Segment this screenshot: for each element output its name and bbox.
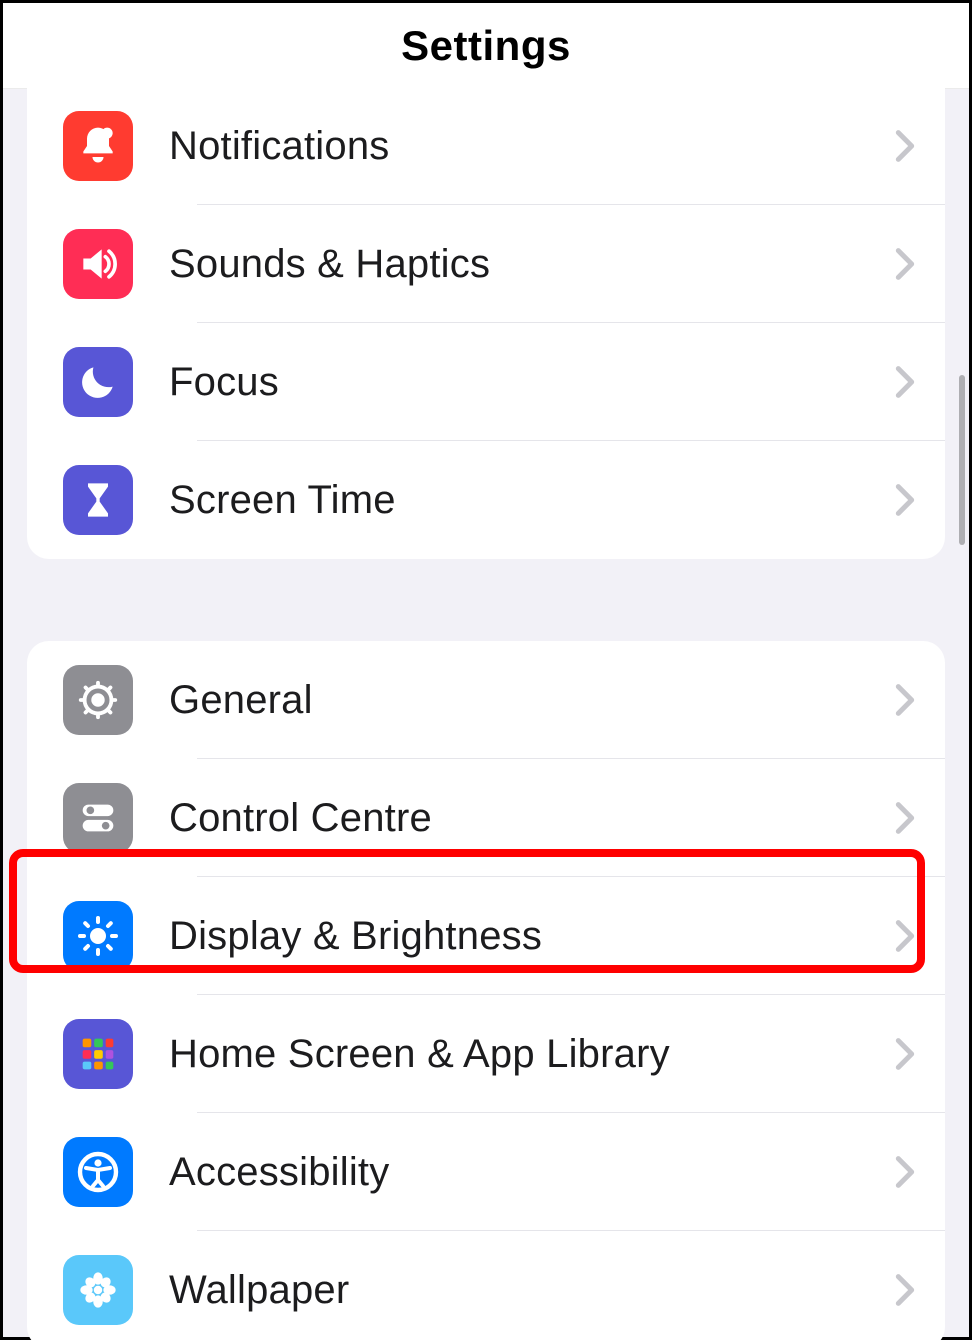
chevron-right-icon [895,129,915,163]
row-notifications[interactable]: Notifications [27,87,945,205]
row-label: Wallpaper [169,1268,349,1313]
settings-list[interactable]: Notifications Sounds & Haptics [3,89,969,1337]
page-title: Settings [401,22,571,70]
speaker-icon [63,229,133,299]
settings-group-1: Notifications Sounds & Haptics [27,87,945,559]
chevron-right-icon [895,1037,915,1071]
accessibility-icon [63,1137,133,1207]
row-label: General [169,678,313,723]
row-sounds-haptics[interactable]: Sounds & Haptics [27,205,945,323]
gear-icon [63,665,133,735]
row-label: Focus [169,360,279,405]
chevron-right-icon [895,801,915,835]
chevron-right-icon [895,365,915,399]
toggles-icon [63,783,133,853]
bell-icon [63,111,133,181]
row-label: Display & Brightness [169,914,542,959]
row-home-screen[interactable]: Home Screen & App Library [27,995,945,1113]
row-display-brightness[interactable]: Display & Brightness [27,877,945,995]
header: Settings [3,3,969,89]
row-focus[interactable]: Focus [27,323,945,441]
chevron-right-icon [895,1155,915,1189]
scrollbar-thumb[interactable] [959,375,965,545]
apps-grid-icon [63,1019,133,1089]
row-general[interactable]: General [27,641,945,759]
hourglass-icon [63,465,133,535]
settings-screen: Settings Notifications Sounds & Haptics [0,0,972,1340]
row-accessibility[interactable]: Accessibility [27,1113,945,1231]
chevron-right-icon [895,683,915,717]
row-label: Notifications [169,124,389,169]
row-wallpaper[interactable]: Wallpaper [27,1231,945,1340]
moon-icon [63,347,133,417]
chevron-right-icon [895,919,915,953]
chevron-right-icon [895,1273,915,1307]
chevron-right-icon [895,247,915,281]
row-label: Control Centre [169,796,432,841]
row-label: Home Screen & App Library [169,1032,670,1077]
row-label: Sounds & Haptics [169,242,490,287]
flower-icon [63,1255,133,1325]
row-label: Accessibility [169,1150,389,1195]
settings-group-2: General Control Centre [27,641,945,1340]
brightness-icon [63,901,133,971]
row-label: Screen Time [169,478,396,523]
row-control-centre[interactable]: Control Centre [27,759,945,877]
row-screen-time[interactable]: Screen Time [27,441,945,559]
chevron-right-icon [895,483,915,517]
